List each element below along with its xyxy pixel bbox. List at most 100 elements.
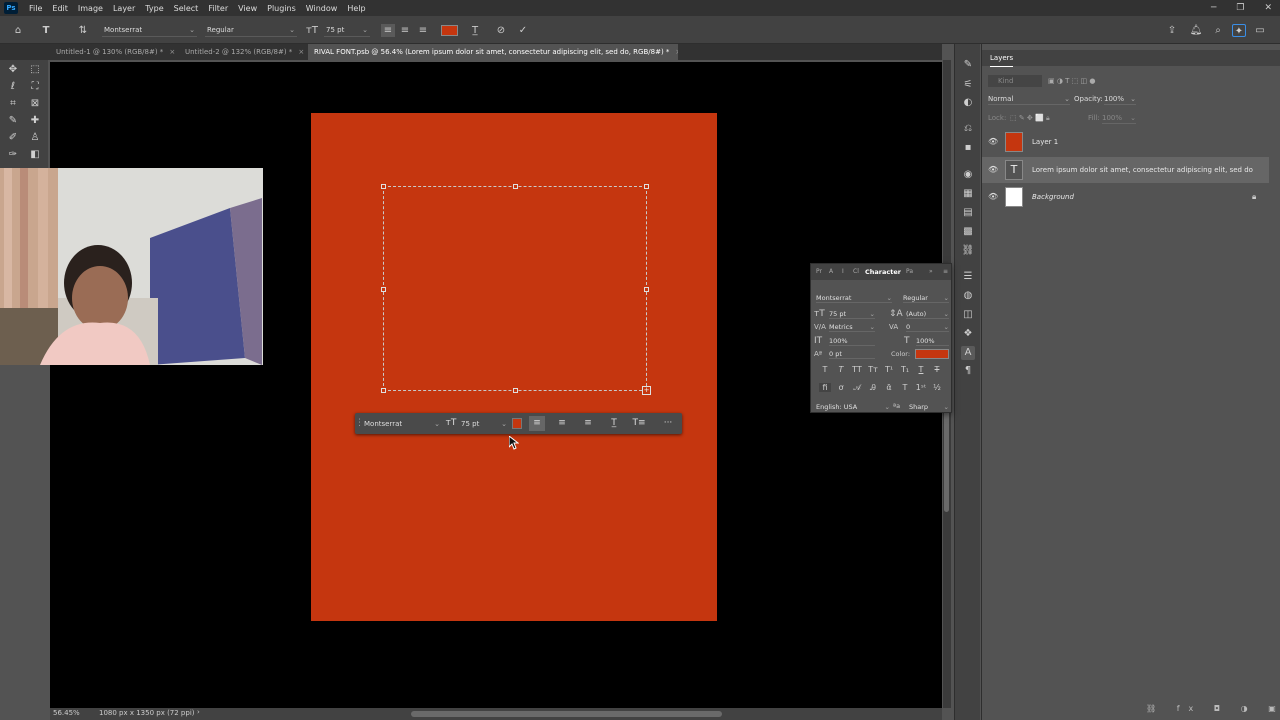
search-icon[interactable]: ⌕ xyxy=(1211,24,1225,37)
titling-button[interactable]: ᾱ xyxy=(883,383,895,392)
char-kerning-select[interactable]: Metrics ⌄ xyxy=(829,322,875,332)
font-size-select[interactable]: 75 pt ⌄ xyxy=(324,24,370,37)
tab-untitled-2[interactable]: Untitled-2 @ 132% (RGB/8#) * × xyxy=(179,44,305,60)
char-color-swatch[interactable] xyxy=(915,349,949,359)
adjustments-icon[interactable]: ⚟ xyxy=(961,78,975,92)
menu-type[interactable]: Type xyxy=(140,4,168,13)
align-center-icon[interactable]: ≡ xyxy=(398,24,412,37)
lasso-tool-icon[interactable]: ℓ xyxy=(5,79,21,95)
subscript-button[interactable]: T₁ xyxy=(899,365,911,374)
paragraph-panel-icon[interactable]: ¶ xyxy=(961,364,975,378)
text-orientation-icon[interactable]: ⇅ xyxy=(76,24,90,37)
menu-layer[interactable]: Layer xyxy=(108,4,140,13)
ctx-align-right-icon[interactable]: ≡ xyxy=(580,416,596,431)
close-tab-icon[interactable]: × xyxy=(169,48,175,56)
font-family-select[interactable]: Montserrat ⌄ xyxy=(102,24,197,37)
channels-icon[interactable]: ◍ xyxy=(961,289,975,303)
resize-handle[interactable] xyxy=(513,388,518,393)
close-tab-icon[interactable]: × xyxy=(298,48,304,56)
tab-paragraph[interactable]: Pa xyxy=(906,264,913,280)
char-horizontal-scale-input[interactable]: 100% xyxy=(916,336,949,346)
discover-icon[interactable]: ✦ xyxy=(1232,24,1246,37)
tab-clone[interactable]: Cl xyxy=(853,264,859,280)
ctx-text-options-icon[interactable]: T≡ xyxy=(631,416,647,431)
warp-text-icon[interactable]: T̲ xyxy=(468,24,482,37)
resize-handle[interactable] xyxy=(381,388,386,393)
move-tool-icon[interactable]: ✥ xyxy=(5,62,21,78)
object-select-tool-icon[interactable]: ⛶ xyxy=(27,79,43,95)
layers-footer-icons[interactable]: ⛓ fx ◘ ◑ ▣ ⊞ 🗑︎ xyxy=(1146,704,1280,713)
tab-adjust[interactable]: A xyxy=(829,264,833,280)
align-right-icon[interactable]: ≡ xyxy=(416,24,430,37)
all-caps-button[interactable]: TT xyxy=(851,365,863,374)
tab-untitled-1[interactable]: Untitled-1 @ 130% (RGB/8#) * × xyxy=(50,44,176,60)
vertical-scroll-thumb[interactable] xyxy=(944,400,949,512)
layer-row-layer-1[interactable]: 👁︎ Layer 1 xyxy=(982,129,1269,155)
ligatures-button[interactable]: ﬁ xyxy=(819,383,831,392)
char-font-size-input[interactable]: 75 pt ⌄ xyxy=(829,309,875,319)
expand-icon[interactable]: » xyxy=(929,264,933,280)
resize-handle[interactable] xyxy=(513,184,518,189)
layer-comps-icon[interactable]: ❖ xyxy=(961,327,975,341)
clone-stamp-icon[interactable]: ♙ xyxy=(27,130,43,146)
fill-input[interactable]: 100% ⌄ xyxy=(1102,112,1136,124)
tab-properties[interactable]: Pr xyxy=(816,264,822,280)
tab-character[interactable]: Character xyxy=(865,264,901,280)
ctx-font-family-select[interactable]: Montserrat ⌄ xyxy=(364,418,440,430)
menu-select[interactable]: Select xyxy=(169,4,204,13)
language-select[interactable]: English: USA ⌄ xyxy=(816,402,890,412)
comments-icon[interactable]: ▪ xyxy=(961,141,975,155)
char-tracking-select[interactable]: 0 ⌄ xyxy=(906,322,949,332)
strikethrough-button[interactable]: T xyxy=(931,365,943,374)
contextual-button[interactable]: T xyxy=(899,383,911,392)
ordinals-button[interactable]: 1ˢᵗ xyxy=(915,383,927,392)
menu-view[interactable]: View xyxy=(233,4,262,13)
tab-info[interactable]: I xyxy=(842,264,844,280)
superscript-button[interactable]: T¹ xyxy=(883,365,895,374)
fractions-button[interactable]: ½ xyxy=(931,383,943,392)
resize-handle[interactable] xyxy=(644,287,649,292)
paths-icon[interactable]: ◫ xyxy=(961,308,975,322)
layers-tab[interactable]: Layers xyxy=(990,50,1014,67)
ctx-more-button[interactable]: ··· xyxy=(660,416,676,431)
align-left-icon[interactable]: ≡ xyxy=(381,24,395,37)
panel-menu-icon[interactable]: ≡ xyxy=(943,264,948,280)
layer-row-text[interactable]: 👁︎ T Lorem ipsum dolor sit amet, consect… xyxy=(982,157,1269,183)
home-icon[interactable]: ⌂ xyxy=(11,24,25,37)
swatches-icon[interactable]: ▦ xyxy=(961,187,975,201)
menu-edit[interactable]: Edit xyxy=(47,4,73,13)
text-bounding-box[interactable]: + xyxy=(381,184,651,395)
faux-italic-button[interactable]: T xyxy=(835,365,847,374)
status-arrow-icon[interactable]: › xyxy=(197,708,200,716)
notification-bell-icon[interactable]: 🔔︎ xyxy=(1189,24,1203,37)
healing-brush-icon[interactable]: ✚ xyxy=(27,113,43,129)
text-color-swatch[interactable] xyxy=(441,25,458,36)
gradients-icon[interactable]: ▤ xyxy=(961,206,975,220)
small-caps-button[interactable]: Tт xyxy=(867,365,879,374)
type-tool-icon[interactable]: T xyxy=(39,24,53,37)
char-vertical-scale-input[interactable]: 100% xyxy=(829,336,875,346)
history-icon[interactable]: ⎌ xyxy=(961,122,975,136)
char-font-style-select[interactable]: Regular ⌄ xyxy=(903,293,949,303)
ctx-font-size-select[interactable]: 75 pt ⌄ xyxy=(461,418,507,430)
ctx-warp-text-icon[interactable]: T̲ xyxy=(606,416,622,431)
resize-handle[interactable] xyxy=(644,184,649,189)
menu-filter[interactable]: Filter xyxy=(203,4,233,13)
menu-file[interactable]: File xyxy=(24,4,47,13)
marquee-tool-icon[interactable]: ⬚ xyxy=(27,62,43,78)
stylistic-alt-button[interactable]: Ꭿ xyxy=(867,383,879,393)
char-baseline-shift-input[interactable]: 0 pt xyxy=(829,349,875,359)
blend-mode-select[interactable]: Normal ⌄ xyxy=(988,93,1070,105)
commit-edit-button[interactable]: ✓ xyxy=(516,24,530,37)
horizontal-scroll-thumb[interactable] xyxy=(411,711,722,717)
frame-tool-icon[interactable]: ⊠ xyxy=(27,96,43,112)
crop-tool-icon[interactable]: ⌗ xyxy=(5,96,21,112)
ctx-align-center-icon[interactable]: ≡ xyxy=(554,416,570,431)
character-panel-icon[interactable]: A xyxy=(961,346,975,360)
brush-tool-icon[interactable]: ✐ xyxy=(5,130,21,146)
drag-handle-icon[interactable]: ⋮ xyxy=(355,416,364,431)
visibility-eye-icon[interactable]: 👁︎ xyxy=(988,165,998,174)
styles-icon[interactable]: ◉ xyxy=(961,168,975,182)
restore-button[interactable]: ❐ xyxy=(1236,3,1244,13)
patterns-icon[interactable]: ▩ xyxy=(961,225,975,239)
